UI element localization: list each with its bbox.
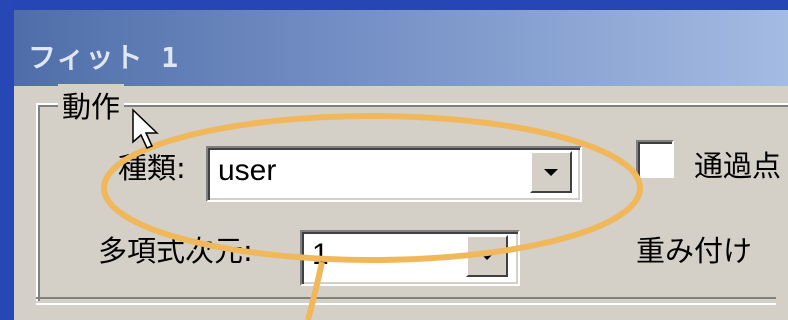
- degree-combobox[interactable]: 1: [300, 230, 520, 286]
- type-label: 種類:: [118, 151, 186, 185]
- desktop-background: [0, 0, 788, 10]
- pass-through-checkbox[interactable]: [636, 140, 674, 178]
- window-title: フィット 1: [28, 41, 180, 74]
- type-combobox[interactable]: user: [206, 146, 582, 202]
- chevron-down-icon: [480, 253, 494, 260]
- groupbox-title: 動作: [58, 84, 125, 126]
- degree-dropdown-button[interactable]: [466, 235, 508, 277]
- pass-through-label: 通過点: [694, 149, 782, 183]
- chevron-down-icon: [544, 169, 558, 176]
- degree-label: 多項式次元:: [98, 234, 253, 268]
- type-dropdown-button[interactable]: [530, 151, 572, 193]
- weighting-label: 重み付け: [636, 234, 753, 268]
- title-bar: フィット 1: [14, 10, 788, 86]
- type-value: user: [218, 154, 277, 187]
- desktop-edge: [0, 0, 14, 320]
- groupbox-bottom-edge: [36, 297, 776, 305]
- degree-value: 1: [312, 238, 329, 271]
